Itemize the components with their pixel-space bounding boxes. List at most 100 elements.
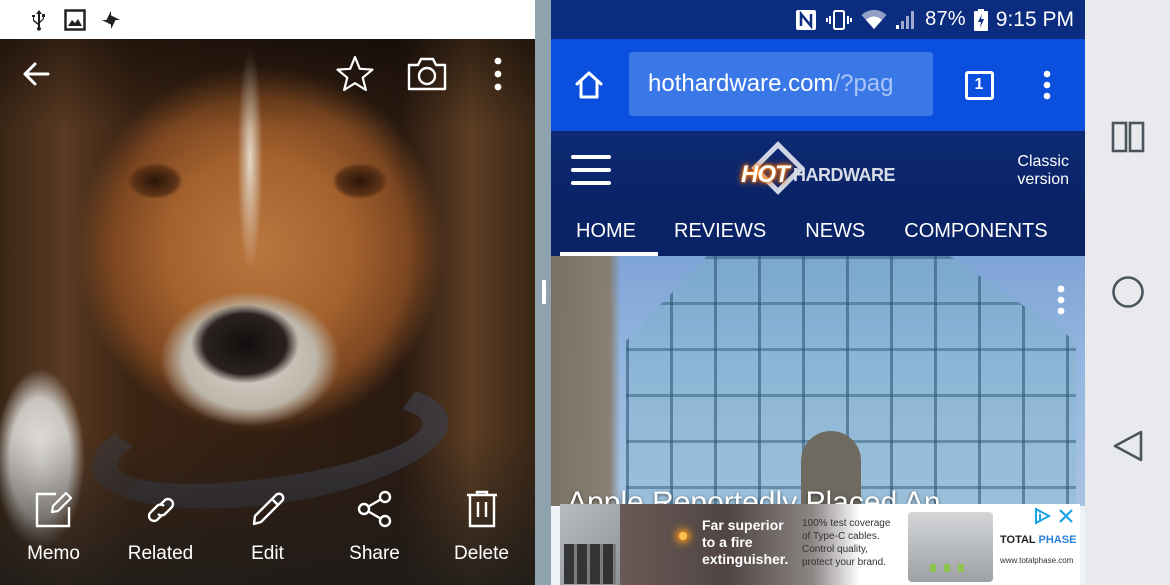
back-nav-button[interactable]	[1103, 421, 1153, 471]
more-vert-icon	[1057, 285, 1065, 315]
back-triangle-icon	[1113, 430, 1143, 462]
hothardware-logo[interactable]: HOT HARDWARE	[741, 141, 906, 197]
ad-copy-line: protect your brand.	[802, 557, 886, 568]
nav-components[interactable]: COMPONENTS	[904, 207, 1047, 256]
logo-hot: HOT	[741, 161, 790, 188]
gallery-status-bar	[0, 0, 535, 39]
memo-label: Memo	[27, 543, 80, 564]
ad-device-image	[908, 512, 993, 582]
hamburger-line	[571, 181, 611, 185]
edit-label: Edit	[251, 543, 284, 564]
gallery-more-button[interactable]	[474, 50, 522, 98]
battery-charging-icon	[973, 8, 988, 31]
ad-device-led	[930, 564, 936, 572]
share-label: Share	[349, 543, 400, 564]
nav-reviews[interactable]: REVIEWS	[674, 207, 766, 256]
browser-pane: 87% 9:15 PM hothardware.com/?pag 1 HOT H…	[551, 0, 1085, 585]
hamburger-line	[571, 155, 611, 159]
ad-device-led	[958, 564, 964, 572]
site-nav: HOME REVIEWS NEWS COMPONENTS S	[551, 207, 1085, 256]
dual-window-button[interactable]	[1103, 112, 1153, 162]
tab-count: 1	[964, 70, 994, 100]
ad-brand: TOTAL PHASE	[1000, 534, 1076, 546]
back-arrow-icon	[23, 62, 50, 86]
favorite-button[interactable]	[331, 50, 379, 98]
ad-line: Far superior	[702, 517, 784, 533]
camera-button[interactable]	[403, 50, 451, 98]
ad-copy: 100% test coverage of Type-C cables. Con…	[802, 517, 890, 569]
ad-copy-line: Control quality,	[802, 544, 868, 555]
delete-button[interactable]: Delete	[428, 475, 535, 585]
usb-icon	[28, 9, 50, 31]
split-divider-handle[interactable]	[542, 280, 546, 304]
ad-line: extinguisher.	[702, 551, 789, 567]
hamburger-line	[571, 168, 611, 172]
star-icon	[336, 55, 374, 92]
ad-keyboard	[564, 544, 616, 584]
classic-version-link[interactable]: Classic version	[1017, 153, 1069, 189]
pinwheel-icon	[100, 9, 122, 31]
browser-menu-button[interactable]	[1023, 61, 1071, 109]
ad-headline: Far superior to a fire extinguisher.	[702, 517, 788, 568]
wifi-icon	[861, 9, 887, 29]
url-path: /?pag	[833, 70, 894, 97]
image-icon	[64, 8, 86, 31]
logo-hardware: HARDWARE	[793, 165, 896, 185]
nav-news[interactable]: NEWS	[805, 207, 865, 256]
camera-icon	[407, 57, 447, 91]
signal-icon	[896, 10, 915, 29]
nfc-icon	[796, 9, 817, 30]
pencil-icon	[252, 492, 284, 526]
vibrate-icon	[826, 9, 853, 30]
split-screen: Memo Related Edit Share Delete 87% 9:15 …	[0, 0, 1170, 585]
edit-button[interactable]: Edit	[214, 475, 321, 585]
clock: 9:15 PM	[995, 7, 1074, 31]
memo-icon	[35, 491, 72, 528]
ad-brand-b: PHASE	[1038, 534, 1077, 546]
gallery-top-bar	[0, 39, 535, 109]
share-button[interactable]: Share	[321, 475, 428, 585]
site-menu-button[interactable]	[571, 155, 611, 185]
gallery-action-bar: Memo Related Edit Share Delete	[0, 475, 535, 585]
home-circle-icon	[1112, 276, 1144, 308]
url-host: hothardware.com	[648, 70, 834, 97]
system-nav-bar	[1085, 0, 1170, 585]
gallery-pane: Memo Related Edit Share Delete	[0, 0, 535, 585]
ad-copy-line: 100% test coverage	[802, 518, 891, 529]
tab-switcher-button[interactable]: 1	[955, 61, 1003, 109]
ad-line: to a fire	[702, 534, 753, 550]
back-button[interactable]	[12, 50, 60, 98]
related-label: Related	[127, 543, 194, 564]
system-status-bar: 87% 9:15 PM	[551, 0, 1085, 39]
home-icon	[575, 71, 603, 99]
url-bar[interactable]: hothardware.com/?pag	[629, 52, 933, 116]
more-vert-icon	[494, 57, 502, 91]
memo-button[interactable]: Memo	[0, 475, 107, 585]
link-icon	[147, 497, 174, 523]
battery-percent: 87%	[925, 8, 966, 30]
share-icon	[357, 490, 391, 528]
home-button[interactable]	[565, 61, 613, 109]
trash-icon	[466, 490, 497, 528]
adchoices-icon[interactable]	[1032, 506, 1052, 526]
related-button[interactable]: Related	[107, 475, 214, 585]
ad-brand-a: TOTAL	[1000, 534, 1036, 546]
delete-label: Delete	[454, 543, 509, 564]
nav-home[interactable]: HOME	[560, 207, 658, 256]
article-menu-button[interactable]	[1047, 282, 1075, 318]
dual-window-icon	[1111, 121, 1145, 153]
browser-toolbar: hothardware.com/?pag 1	[551, 39, 1085, 131]
home-nav-button[interactable]	[1103, 267, 1153, 317]
site-header: HOT HARDWARE Classic version	[551, 131, 1085, 207]
ad-device-led	[944, 564, 950, 572]
ad-url: www.totalphase.com	[1000, 556, 1074, 565]
classic-line1: Classic	[1017, 153, 1069, 170]
banner-ad[interactable]: Far superior to a fire extinguisher. 100…	[560, 504, 1080, 585]
article-headline[interactable]: Apple Reportedly Placed An	[567, 486, 941, 506]
featured-article[interactable]: Apple Reportedly Placed An	[551, 256, 1085, 506]
ad-spark	[679, 532, 687, 540]
ad-copy-line: of Type-C cables.	[802, 531, 880, 542]
classic-line2: version	[1017, 171, 1069, 188]
ad-close-icon[interactable]	[1056, 506, 1076, 526]
more-vert-icon	[1043, 70, 1051, 100]
